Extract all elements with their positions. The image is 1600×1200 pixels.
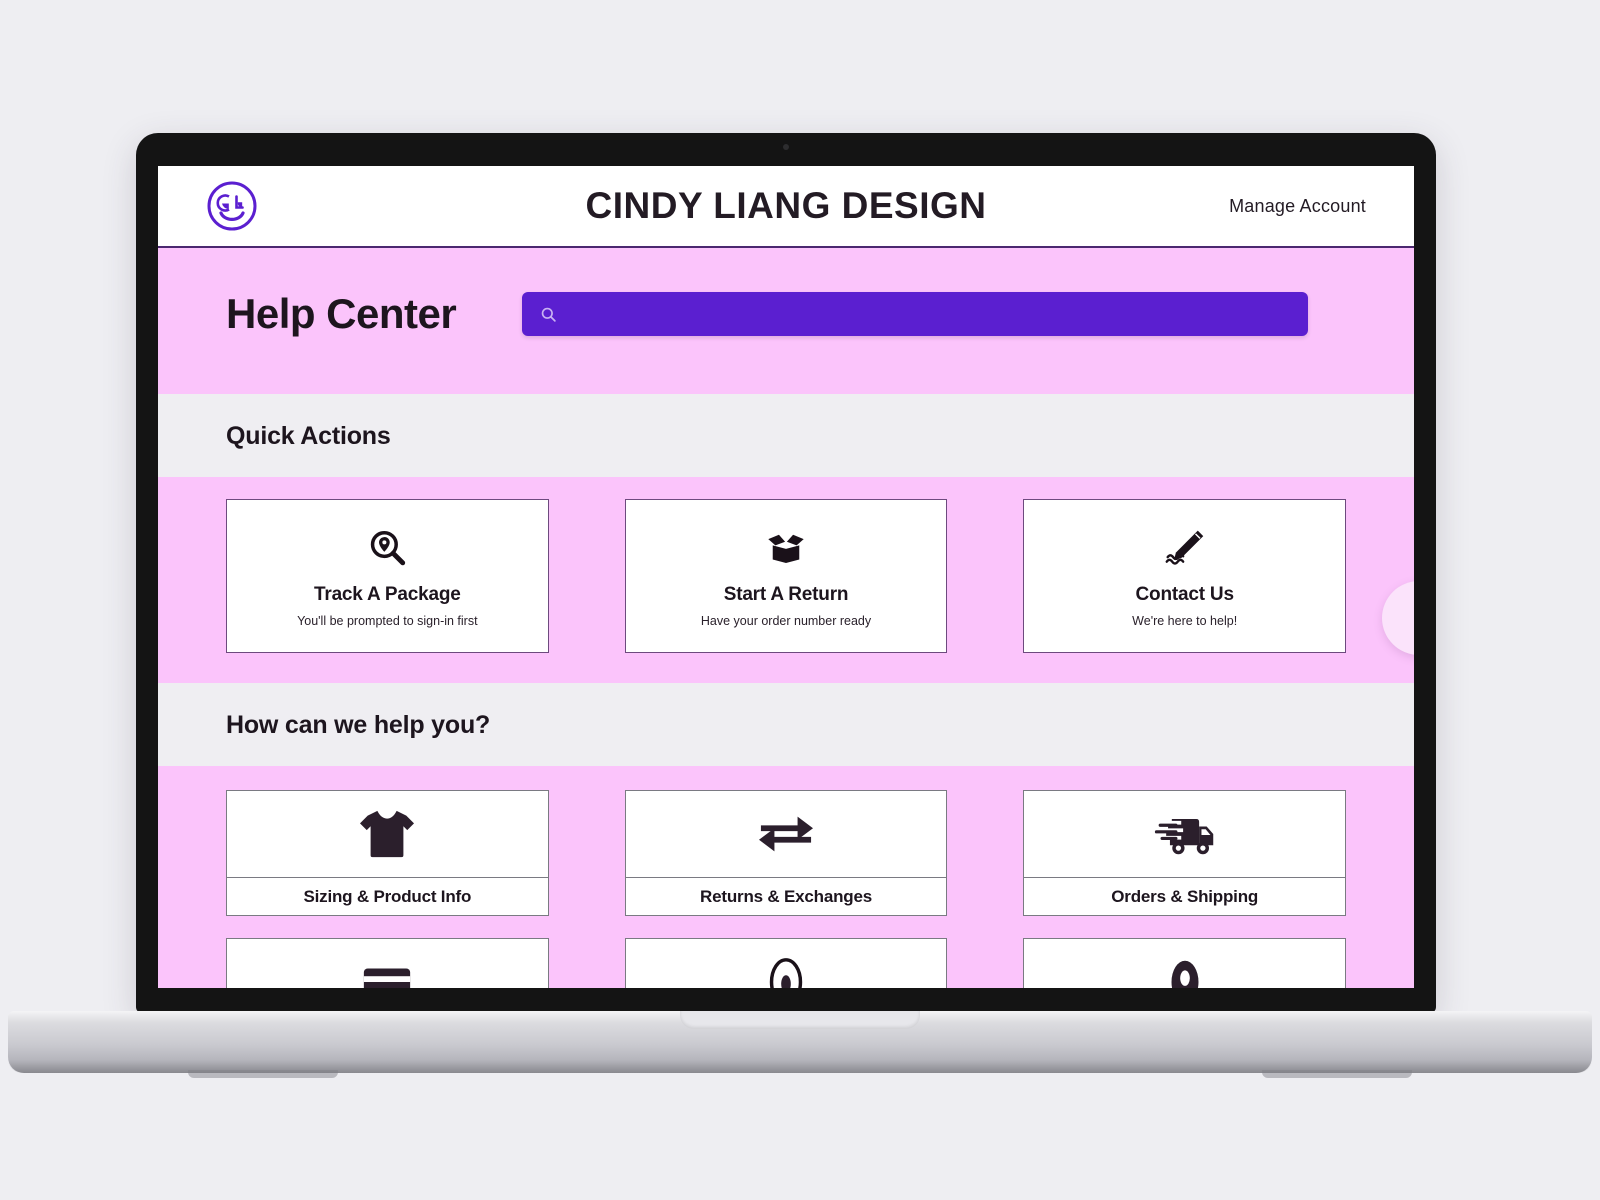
exchange-arrows-icon: [624, 790, 948, 878]
hero-band: Help Center: [158, 248, 1414, 394]
help-topic-card-payments[interactable]: [226, 938, 549, 988]
search-input[interactable]: [567, 305, 1291, 323]
laptop-base: [8, 1011, 1592, 1078]
pencil-signature-icon: [1163, 526, 1207, 570]
help-topic-card-returns-and-exchanges[interactable]: Returns & Exchanges: [624, 790, 948, 916]
help-topic-card-account[interactable]: [1023, 938, 1347, 988]
quick-action-card-start-a-return[interactable]: Start A Return Have your order number re…: [624, 499, 948, 653]
laptop-base-notch: [680, 1011, 920, 1029]
quick-action-card-contact-us[interactable]: Contact Us We're here to help!: [1023, 499, 1347, 653]
search-wrapper: [522, 292, 1309, 336]
quick-action-subtitle: You'll be prompted to sign-in first: [297, 614, 478, 628]
quick-actions-heading-band: Quick Actions: [158, 394, 1414, 477]
quick-action-title: Start A Return: [723, 584, 849, 605]
search-box[interactable]: [522, 292, 1309, 336]
eye-icon: [624, 938, 948, 988]
search-icon: [540, 306, 557, 323]
quick-actions-heading: Quick Actions: [226, 422, 391, 450]
open-box-icon: [763, 526, 809, 570]
tshirt-icon: [226, 790, 549, 878]
help-topic-label: Orders & Shipping: [1023, 878, 1347, 916]
screenshot-stage: CINDY LIANG DESIGN Manage Account Help C…: [0, 0, 1600, 1200]
quick-action-card-track-a-package[interactable]: Track A Package You'll be prompted to si…: [226, 499, 549, 653]
delivery-truck-icon: [1023, 790, 1347, 878]
help-topics-cards-row-2: [158, 916, 1414, 988]
browser-viewport: CINDY LIANG DESIGN Manage Account Help C…: [158, 166, 1414, 988]
quick-action-title: Track A Package: [314, 584, 461, 605]
laptop-foot-left: [188, 1070, 338, 1078]
webcam-icon: [783, 144, 789, 150]
help-topics-cards-row-1: Sizing & Product Info Returns & Exchange…: [158, 766, 1414, 916]
quick-actions-band: Track A Package You'll be prompted to si…: [158, 477, 1414, 683]
quick-action-subtitle: Have your order number ready: [700, 614, 872, 628]
package-tracking-icon: [366, 526, 408, 570]
quick-actions-cards: Track A Package You'll be prompted to si…: [158, 477, 1414, 683]
site-header: CINDY LIANG DESIGN Manage Account: [158, 166, 1414, 248]
help-topics-heading-band: How can we help you?: [158, 683, 1414, 766]
help-topic-card-privacy[interactable]: [624, 938, 948, 988]
help-topic-card-orders-and-shipping[interactable]: Orders & Shipping: [1023, 790, 1347, 916]
help-topic-card-sizing-and-product-info[interactable]: Sizing & Product Info: [226, 790, 549, 916]
credit-card-icon: [226, 938, 549, 988]
help-topic-label: Sizing & Product Info: [226, 878, 549, 916]
help-topics-heading: How can we help you?: [226, 711, 491, 739]
help-topic-label: Returns & Exchanges: [624, 878, 948, 916]
manage-account-link[interactable]: Manage Account: [1229, 196, 1366, 217]
account-person-icon: [1023, 938, 1347, 988]
quick-action-title: Contact Us: [1135, 584, 1234, 605]
quick-action-subtitle: We're here to help!: [1132, 614, 1238, 628]
laptop-foot-right: [1262, 1070, 1412, 1078]
help-topics-band: Sizing & Product Info Returns & Exchange…: [158, 581, 1414, 988]
brand-title: CINDY LIANG DESIGN: [585, 185, 987, 226]
page-title: Help Center: [226, 290, 457, 337]
